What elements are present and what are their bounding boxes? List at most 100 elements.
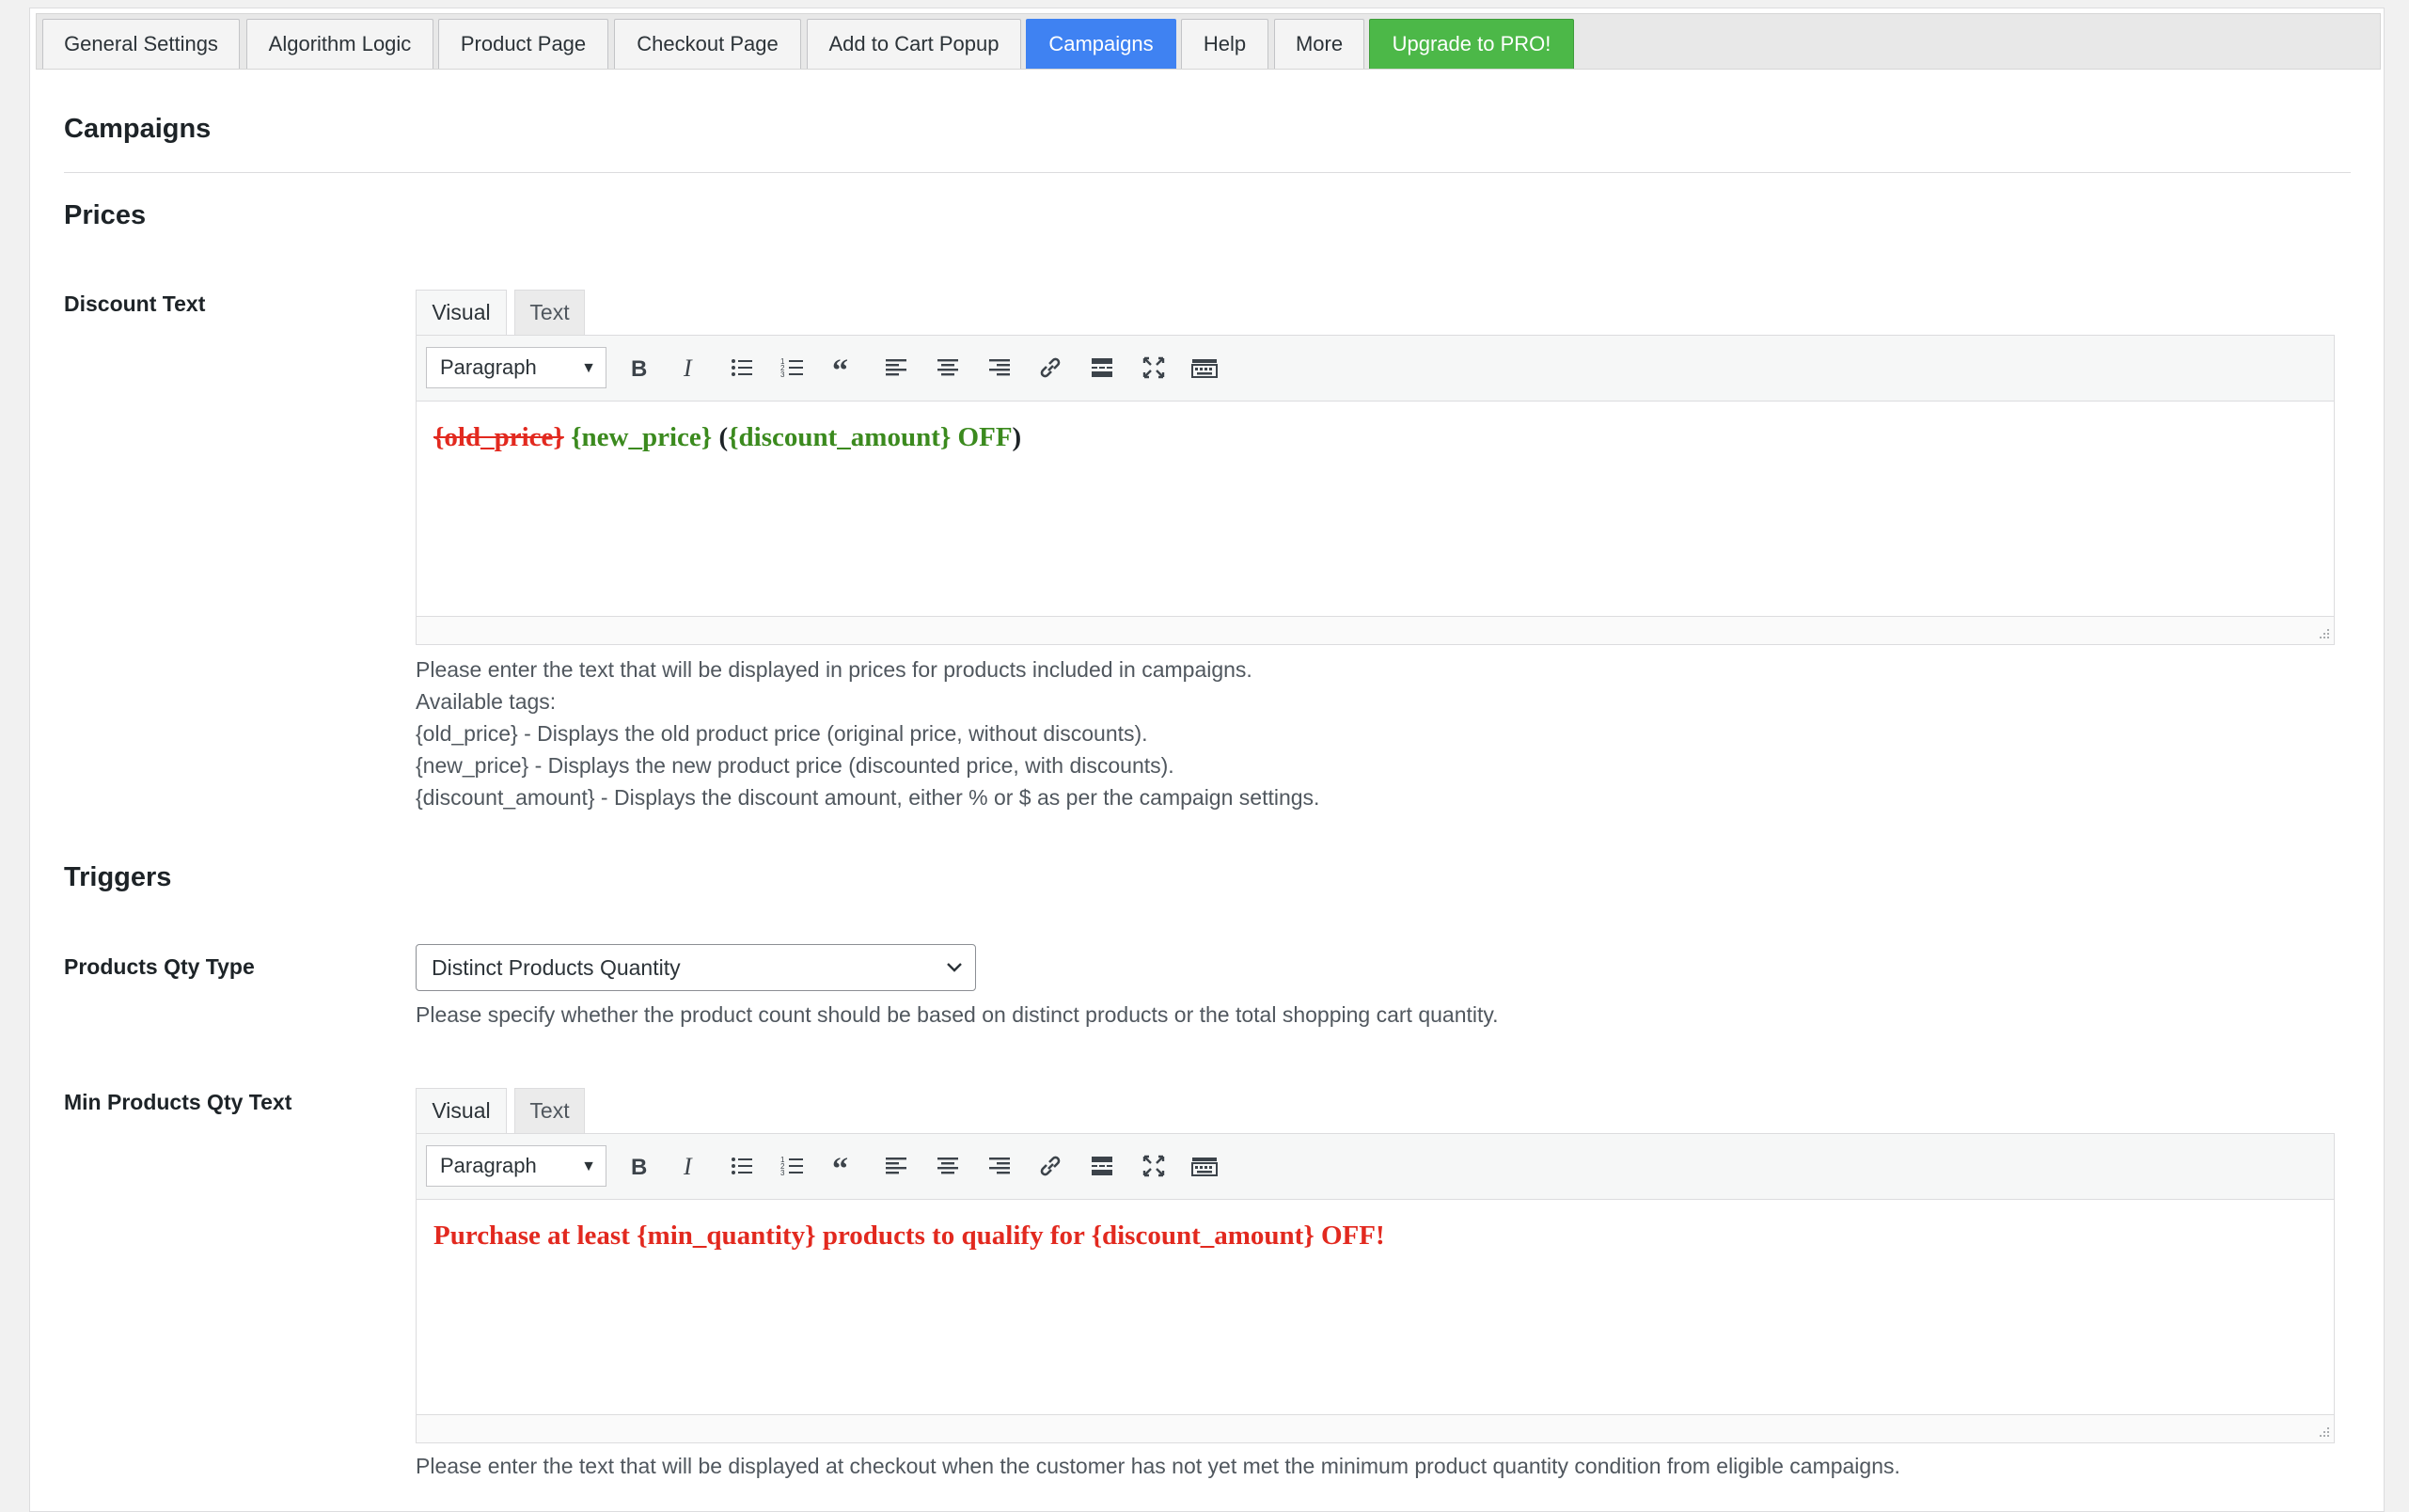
format-select-value: Paragraph [440, 355, 537, 379]
numbered-list-icon: 123 [780, 1156, 803, 1177]
editor-box: Paragraph ▼ B I 1 2 3 “ {old_price} {new_pric… [416, 335, 2335, 645]
align-center-button[interactable] [929, 349, 967, 386]
discount-text-label: Discount Text [64, 291, 206, 316]
svg-text:B: B [631, 1155, 647, 1179]
bold-icon: B [631, 356, 647, 381]
read-more-button[interactable] [1083, 1147, 1121, 1185]
italic-button[interactable]: I [671, 1147, 709, 1185]
products-qty-type-label: Products Qty Type [64, 954, 255, 979]
discount-amount-tag: {discount_amount} OFF [728, 422, 1013, 452]
editor-box: Paragraph ▼ B I 1 2 3 “ Purchase at least {mi… [416, 1133, 2335, 1443]
editor-tab-visual[interactable]: Visual [416, 1088, 507, 1133]
svg-text:I: I [683, 1153, 693, 1179]
min-qty-text-editor: Visual Text Paragraph ▼ B I 1 2 3 “ Purchase … [416, 1088, 2335, 1445]
numbered-list-button[interactable]: 123 [774, 349, 811, 386]
blockquote-button[interactable]: “ [826, 1147, 863, 1185]
align-center-button[interactable] [929, 1147, 967, 1185]
fullscreen-button[interactable] [1135, 1147, 1173, 1185]
tab-algorithm-logic[interactable]: Algorithm Logic [246, 19, 433, 69]
align-center-icon [937, 359, 958, 376]
align-left-button[interactable] [877, 349, 915, 386]
products-qty-type-select[interactable]: Distinct Products Quantity [416, 944, 976, 991]
link-button[interactable] [1031, 1147, 1069, 1185]
select-value: Distinct Products Quantity [432, 955, 681, 980]
editor-content[interactable]: {old_price} {new_price} ({discount_amoun… [417, 402, 2334, 616]
editor-statusbar [417, 616, 2334, 644]
bullet-list-icon [732, 1158, 752, 1174]
italic-icon: I [683, 1153, 693, 1179]
editor-statusbar [417, 1414, 2334, 1442]
editor-tab-visual[interactable]: Visual [416, 290, 507, 335]
read-more-button[interactable] [1083, 349, 1121, 386]
tab-upgrade-pro[interactable]: Upgrade to PRO! [1369, 19, 1574, 69]
fullscreen-icon [1142, 1155, 1165, 1177]
chevron-down-icon: ▼ [581, 1158, 596, 1174]
tab-more[interactable]: More [1274, 19, 1364, 69]
svg-text:I: I [683, 354, 693, 381]
link-icon [1040, 1156, 1061, 1176]
editor-toolbar: Paragraph ▼ B I 1 2 3 “ [417, 1134, 2334, 1200]
link-button[interactable] [1031, 349, 1069, 386]
chevron-down-icon: ▼ [581, 360, 596, 376]
triggers-heading: Triggers [64, 862, 172, 892]
toolbar-toggle-button[interactable] [1186, 349, 1223, 386]
editor-content[interactable]: Purchase at least {min_quantity} product… [417, 1200, 2334, 1414]
resize-grip-icon[interactable] [2317, 1426, 2330, 1440]
format-select[interactable]: Paragraph ▼ [426, 347, 606, 388]
bold-button[interactable]: B [621, 1147, 658, 1185]
toolbar-toggle-icon [1191, 359, 1218, 378]
italic-button[interactable]: I [671, 349, 709, 386]
blockquote-button[interactable]: “ [826, 349, 863, 386]
qty-type-help: Please specify whether the product count… [416, 1002, 1499, 1027]
read-more-icon [1092, 358, 1112, 377]
align-right-button[interactable] [981, 1147, 1018, 1185]
resize-grip-icon[interactable] [2317, 628, 2330, 641]
min-qty-message: Purchase at least {min_quantity} product… [433, 1221, 1385, 1251]
link-icon [1040, 357, 1061, 378]
bullet-list-button[interactable] [723, 1147, 761, 1185]
tab-campaigns[interactable]: Campaigns [1026, 19, 1176, 69]
blockquote-icon: “ [832, 354, 848, 381]
align-left-icon [886, 1158, 906, 1174]
numbered-list-button[interactable]: 123 [774, 1147, 811, 1185]
editor-toolbar: Paragraph ▼ B I 1 2 3 “ [417, 336, 2334, 402]
help-line: {discount_amount} - Displays the discoun… [416, 785, 1320, 810]
numbered-list-icon: 123 [780, 357, 803, 379]
fullscreen-icon [1142, 356, 1165, 379]
svg-text:B: B [631, 356, 647, 381]
fullscreen-button[interactable] [1135, 349, 1173, 386]
format-select-value: Paragraph [440, 1154, 537, 1177]
help-line: Please enter the text that will be displ… [416, 657, 1252, 682]
bullet-list-icon [732, 359, 752, 376]
toolbar-toggle-button[interactable] [1186, 1147, 1223, 1185]
min-qty-help: Please enter the text that will be displ… [416, 1454, 1900, 1478]
help-line: Available tags: [416, 689, 557, 714]
bold-icon: B [631, 1155, 647, 1179]
tab-checkout-page[interactable]: Checkout Page [614, 19, 801, 69]
help-line: {old_price} - Displays the old product p… [416, 721, 1148, 746]
align-center-icon [937, 1158, 958, 1174]
bullet-list-button[interactable] [723, 349, 761, 386]
format-select[interactable]: Paragraph ▼ [426, 1145, 606, 1187]
toolbar-toggle-icon [1191, 1158, 1218, 1176]
align-right-icon [989, 1158, 1010, 1174]
bold-button[interactable]: B [621, 349, 658, 386]
italic-icon: I [683, 354, 693, 381]
align-right-icon [989, 359, 1010, 376]
prices-heading: Prices [64, 200, 147, 230]
align-right-button[interactable] [981, 349, 1018, 386]
editor-tab-text[interactable]: Text [514, 290, 585, 335]
tab-help[interactable]: Help [1181, 19, 1268, 69]
tab-add-to-cart-popup[interactable]: Add to Cart Popup [807, 19, 1021, 69]
old-price-tag: {old_price} [433, 422, 564, 452]
divider [64, 172, 2351, 173]
new-price-tag: {new_price} [571, 422, 713, 452]
align-left-icon [886, 359, 906, 376]
open-paren: ( [718, 422, 729, 452]
svg-text:3: 3 [780, 370, 785, 379]
editor-tab-text[interactable]: Text [514, 1088, 585, 1133]
discount-help: Please enter the text that will be displ… [416, 654, 1319, 813]
tab-general-settings[interactable]: General Settings [42, 19, 240, 69]
align-left-button[interactable] [877, 1147, 915, 1185]
tab-product-page[interactable]: Product Page [438, 19, 608, 69]
